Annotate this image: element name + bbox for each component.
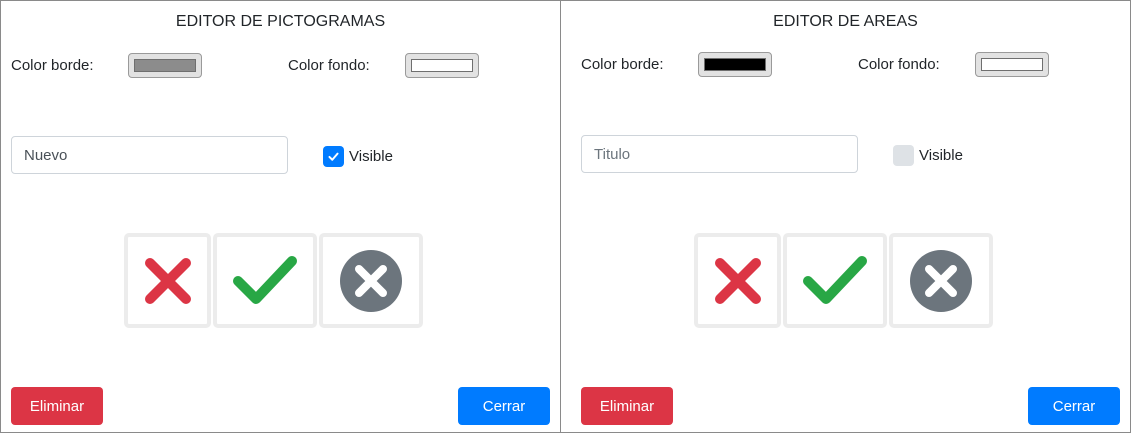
icon-option-check-green[interactable] [783,233,887,328]
close-button[interactable]: Cerrar [1028,387,1120,425]
checkmark-icon [328,152,339,161]
border-color-label: Color borde: [581,56,664,73]
fill-color-picker[interactable] [975,52,1049,77]
visible-label: Visible [349,148,393,165]
close-red-icon [714,257,761,304]
icon-option-close-circle-gray[interactable] [889,233,993,328]
border-color-label: Color borde: [11,57,94,74]
fill-color-picker[interactable] [405,53,479,78]
delete-button[interactable]: Eliminar [11,387,103,425]
icon-selector [694,233,993,328]
area-editor-panel: EDITOR DE AREAS Color borde: Color fondo… [560,0,1131,433]
visible-checkbox[interactable]: Visible [323,146,393,167]
fill-color-label: Color fondo: [858,56,940,73]
close-red-icon [144,257,191,304]
fill-color-swatch [981,58,1043,71]
border-color-swatch [134,59,196,72]
border-color-picker[interactable] [698,52,772,77]
icon-selector [124,233,423,328]
visible-checkbox[interactable]: Visible [893,145,963,166]
check-green-icon [803,255,867,304]
close-button[interactable]: Cerrar [458,387,550,425]
icon-option-close-circle-gray[interactable] [319,233,423,328]
checkbox-checked[interactable] [323,146,344,167]
close-circle-gray-icon [340,249,402,312]
icon-option-check-green[interactable] [213,233,317,328]
icon-option-close-red[interactable] [124,233,211,328]
close-circle-gray-icon [910,249,972,312]
panel-title: EDITOR DE AREAS [773,13,918,30]
fill-color-label: Color fondo: [288,57,370,74]
icon-option-close-red[interactable] [694,233,781,328]
pictogram-editor-panel: EDITOR DE PICTOGRAMAS Color borde: Color… [0,0,561,433]
checkbox-unchecked[interactable] [893,145,914,166]
border-color-picker[interactable] [128,53,202,78]
panel-title: EDITOR DE PICTOGRAMAS [175,13,386,30]
delete-button[interactable]: Eliminar [581,387,673,425]
visible-label: Visible [919,147,963,164]
check-green-icon [233,255,297,304]
fill-color-swatch [411,59,473,72]
border-color-swatch [704,58,766,71]
title-input[interactable] [11,136,288,174]
title-input[interactable] [581,135,858,173]
